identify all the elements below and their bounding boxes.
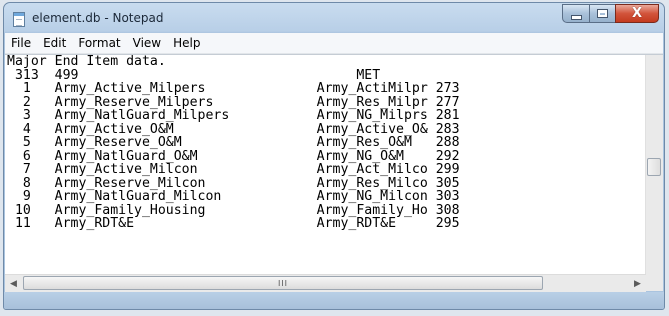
grip-icon: III <box>277 278 289 288</box>
minimize-button[interactable] <box>562 4 589 23</box>
menu-view[interactable]: View <box>127 36 167 50</box>
menu-format[interactable]: Format <box>72 36 126 50</box>
text-line: 11 Army_RDT&E Army_RDT&E 295 <box>7 216 460 231</box>
menu-edit[interactable]: Edit <box>37 36 72 50</box>
maximize-icon <box>597 9 608 18</box>
caption-buttons: X <box>562 4 659 24</box>
menu-file[interactable]: File <box>5 36 37 50</box>
scroll-right-icon[interactable]: ▶ <box>629 275 646 292</box>
minimize-icon <box>570 14 582 20</box>
horizontal-scroll-thumb[interactable]: III <box>23 276 543 290</box>
close-button[interactable]: X <box>615 4 659 23</box>
window-title: element.db - Notepad <box>32 11 164 25</box>
document-text[interactable]: Major End Item data. 313 499 MET 1 Army_… <box>7 55 645 274</box>
size-grip[interactable] <box>646 274 663 291</box>
title-bar[interactable]: element.db - Notepad X <box>4 3 664 33</box>
maximize-button[interactable] <box>589 4 615 23</box>
notepad-window: element.db - Notepad X File Edit Format … <box>3 2 665 310</box>
menu-bar: File Edit Format View Help <box>5 33 663 54</box>
vertical-scrollbar[interactable] <box>645 55 663 274</box>
close-icon: X <box>631 6 643 21</box>
scroll-left-icon[interactable]: ◀ <box>5 275 22 292</box>
vertical-scroll-thumb[interactable] <box>647 158 661 176</box>
window-bottom-frame <box>4 292 664 309</box>
notepad-icon[interactable] <box>13 12 25 27</box>
horizontal-scrollbar[interactable]: ◀ III ▶ <box>5 274 646 292</box>
text-editor[interactable]: Major End Item data. 313 499 MET 1 Army_… <box>5 54 663 274</box>
menu-help[interactable]: Help <box>167 36 206 50</box>
